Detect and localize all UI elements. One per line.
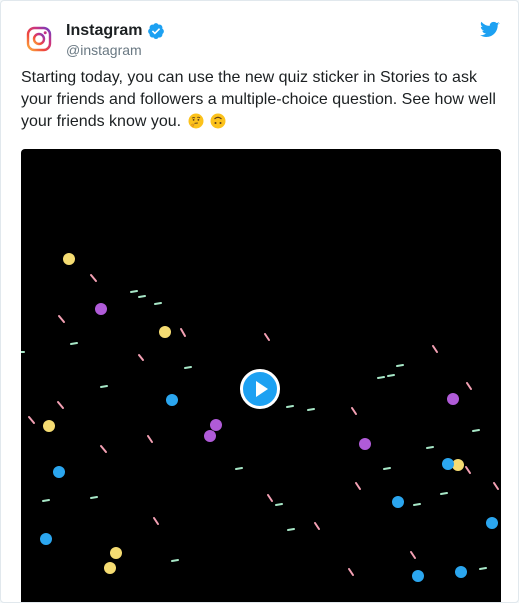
verified-badge-icon <box>147 22 165 40</box>
embedded-tweet-card: Instagram @instagram Starting today, you… <box>0 0 519 603</box>
upside-down-face-emoji-icon <box>210 113 226 136</box>
tweet-text-block: Starting today, you can use the new quiz… <box>21 67 506 136</box>
thinking-face-emoji-icon <box>188 113 204 136</box>
author-name-row: Instagram <box>66 21 165 41</box>
twitter-bird-icon[interactable] <box>480 21 500 39</box>
author-handle[interactable]: @instagram <box>66 41 142 59</box>
play-button[interactable] <box>240 369 280 409</box>
play-icon <box>240 369 280 409</box>
tweet-text: Starting today, you can use the new quiz… <box>21 69 496 130</box>
instagram-logo-icon <box>26 26 52 52</box>
instagram-logo-avatar[interactable] <box>21 21 57 57</box>
author-display-name[interactable]: Instagram <box>66 21 142 41</box>
